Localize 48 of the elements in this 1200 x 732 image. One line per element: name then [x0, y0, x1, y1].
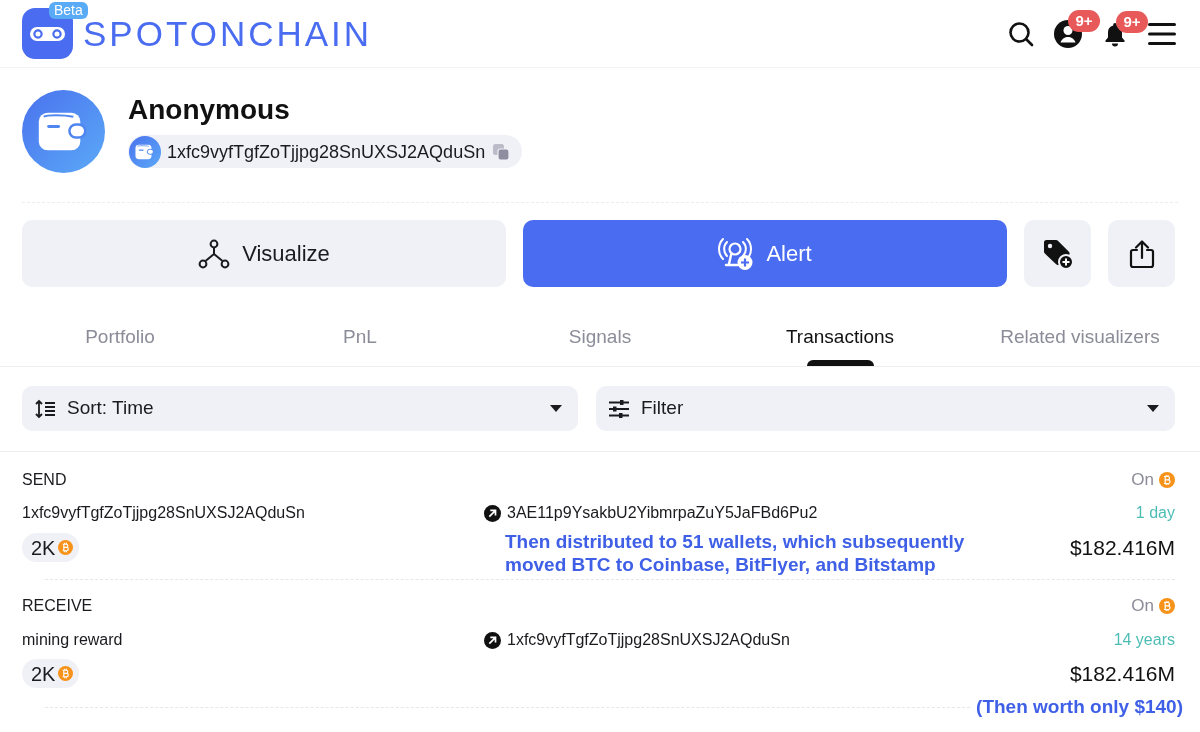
- network-icon: [198, 238, 231, 269]
- visualize-button[interactable]: Visualize: [22, 220, 506, 287]
- chain-label: On: [1131, 595, 1154, 617]
- bitcoin-icon: [58, 666, 74, 681]
- wallet-name: Anonymous: [128, 93, 290, 127]
- logo-wordmark: SPOTONCHAIN: [83, 16, 373, 51]
- annotation-text: Then distributed to 51 wallets, which subsequently moved BTC to Coinbase, BitFlyer, and Bitstamp: [504, 530, 966, 576]
- filter-dropdown[interactable]: Filter: [596, 386, 1175, 431]
- token-amount: 2K: [31, 661, 56, 686]
- wallet-icon: [129, 135, 161, 168]
- share-button[interactable]: [1108, 220, 1175, 287]
- broadcast-plus-icon: [718, 236, 755, 271]
- tab[interactable]: Transactions: [720, 308, 960, 366]
- sender-address: 1xfc9vyfTgfZoTjjpg28SnUXSJ2AQduSn: [22, 503, 306, 523]
- bitcoin-icon: [58, 540, 74, 555]
- notification-badge: 9+: [1068, 9, 1100, 32]
- arrow-up-right-icon: [484, 504, 501, 522]
- recipient-address[interactable]: 1xfc9vyfTgfZoTjjpg28SnUXSJ2AQduSn: [507, 628, 790, 652]
- time-ago: 14 years: [1113, 630, 1175, 650]
- sort-dropdown[interactable]: Sort: Time: [22, 386, 578, 431]
- usd-value: $182.416M: [1069, 661, 1175, 687]
- usd-value: $182.416M: [1069, 535, 1175, 561]
- alert-button[interactable]: Alert: [523, 220, 1007, 287]
- menu-icon[interactable]: [1148, 21, 1176, 46]
- dropdown-caret-icon: [550, 405, 562, 412]
- token-amount: 2K: [31, 535, 56, 560]
- wallet-avatar-icon: [22, 90, 105, 173]
- notification-badge: 9+: [1116, 10, 1148, 33]
- beta-badge: Beta: [49, 2, 88, 19]
- wallet-address: 1xfc9vyfTgfZoTjjpg28SnUXSJ2AQduSn: [167, 140, 486, 164]
- sender-address: mining reward: [22, 630, 124, 650]
- transaction-type: RECEIVE: [22, 596, 94, 616]
- sliders-icon: [608, 398, 630, 419]
- active-tab-indicator: [806, 360, 874, 366]
- share-icon: [1127, 238, 1156, 269]
- annotation-text: (Then worth only $140): [976, 696, 1183, 718]
- bitcoin-icon: [1159, 472, 1175, 488]
- arrow-up-right-icon: [484, 631, 501, 649]
- add-label-button[interactable]: [1024, 220, 1091, 287]
- time-ago: 1 day: [1135, 503, 1175, 523]
- copy-icon[interactable]: [492, 142, 511, 161]
- chain-label: On: [1131, 469, 1154, 491]
- sort-icon: [34, 398, 56, 419]
- recipient-address[interactable]: 3AE11p9YsakbU2YibmrpaZuY5JaFBd6Pu2: [507, 501, 818, 525]
- bitcoin-icon: [1159, 598, 1175, 614]
- dropdown-caret-icon: [1147, 405, 1159, 412]
- transaction-type: SEND: [22, 470, 68, 490]
- search-icon[interactable]: [1008, 20, 1034, 47]
